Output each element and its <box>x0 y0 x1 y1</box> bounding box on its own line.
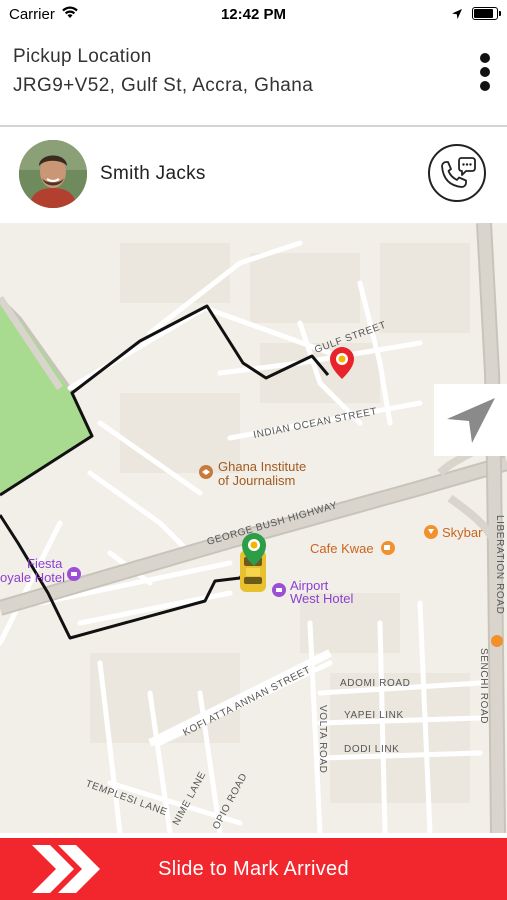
poi-label: of Journalism <box>218 473 295 488</box>
avatar[interactable] <box>19 140 87 208</box>
more-vertical-icon <box>480 53 490 63</box>
phone-chat-icon <box>441 157 476 188</box>
poi-label: Fiesta <box>27 556 63 571</box>
street-label-liberation: LIBERATION ROAD <box>494 515 505 614</box>
poi-label: Ghana Institute <box>218 459 306 474</box>
poi-skybar[interactable]: Skybar <box>424 525 483 540</box>
more-options-button[interactable] <box>470 50 500 94</box>
menu-dot <box>480 81 490 91</box>
slide-to-arrive[interactable]: Slide to Mark Arrived <box>0 838 507 900</box>
location-arrow-icon <box>451 7 463 24</box>
map-canvas[interactable]: GULF STREET INDIAN OCEAN STREET GEORGE B… <box>0 223 507 833</box>
clock: 12:42 PM <box>220 6 287 23</box>
battery-icon <box>472 7 501 20</box>
slider-label: Slide to Mark Arrived <box>158 858 349 880</box>
rider-info-row: Smith Jacks <box>0 127 507 223</box>
status-bar: Carrier 12:42 PM <box>0 0 507 30</box>
pickup-location-title: Pickup Location <box>13 46 152 67</box>
poi-label: Cafe Kwae <box>310 541 374 556</box>
street-label-dodi: DODI LINK <box>344 744 399 755</box>
street-label-yapei: YAPEI LINK <box>344 710 404 721</box>
poi-label: oyale Hotel <box>0 570 65 585</box>
street-label-volta: VOLTA ROAD <box>317 705 328 773</box>
street-label-adomi: ADOMI ROAD <box>340 678 410 689</box>
pickup-header: Pickup Location JRG9+V52, Gulf St, Accra… <box>0 30 507 126</box>
recenter-button[interactable] <box>434 384 507 456</box>
route-map[interactable]: GULF STREET INDIAN OCEAN STREET GEORGE B… <box>0 223 507 833</box>
rider-name: Smith Jacks <box>100 163 206 184</box>
street-label-senchi: SENCHI ROAD <box>478 648 489 724</box>
poi-label: West Hotel <box>290 591 353 606</box>
pickup-address: JRG9+V52, Gulf St, Accra, Ghana <box>13 75 314 96</box>
menu-dot <box>480 67 490 77</box>
poi-small-orange[interactable] <box>491 635 503 647</box>
call-button[interactable] <box>428 144 486 202</box>
poi-label: Skybar <box>442 525 483 540</box>
navigation-arrow-icon <box>447 398 495 443</box>
battery-fill <box>474 9 493 18</box>
